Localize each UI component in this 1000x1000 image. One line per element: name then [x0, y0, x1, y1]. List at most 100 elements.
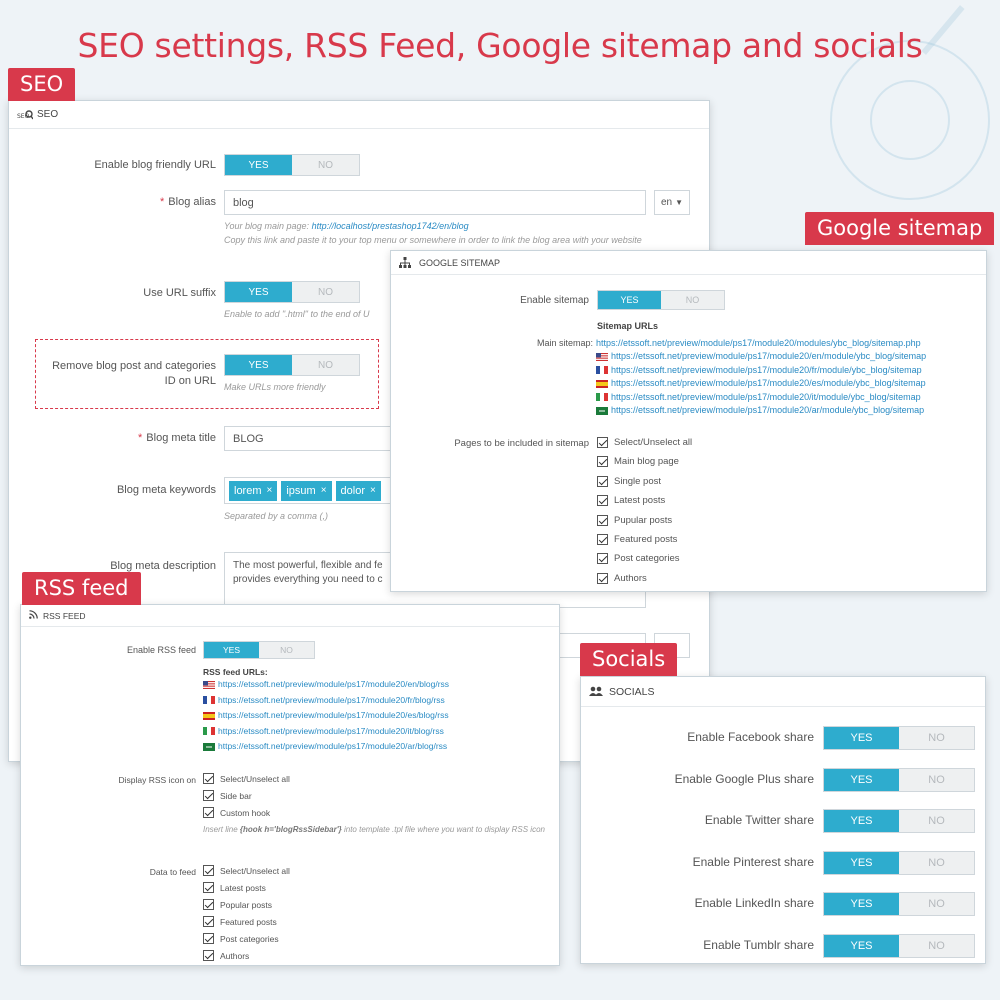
social-share-no[interactable]: NO	[899, 769, 974, 791]
rss-toggle[interactable]: YES NO	[203, 641, 315, 659]
remove-tag-icon[interactable]: ×	[267, 485, 273, 496]
rss-lang-url-row: https://etssoft.net/preview/module/ps17/…	[203, 695, 445, 705]
seo-tag: SEO	[8, 68, 76, 101]
sitemap-toggle[interactable]: YES NO	[597, 290, 725, 310]
rss-data-checkbox-row[interactable]: Latest posts	[203, 882, 266, 893]
hook-hint: Insert line {hook h='blogRssSidebar'} in…	[203, 825, 545, 834]
social-share-toggle[interactable]: YES NO	[823, 767, 975, 792]
social-share-yes[interactable]: YES	[824, 810, 899, 833]
social-share-toggle[interactable]: YES NO	[823, 809, 975, 834]
meta-title-input[interactable]: BLOG	[224, 426, 404, 451]
rss-display-checkbox-row[interactable]: Custom hook	[203, 807, 270, 818]
sitemap-page-checkbox-row[interactable]: Main blog page	[597, 456, 679, 468]
checkbox-checked-icon[interactable]	[597, 495, 608, 507]
checkbox-checked-icon[interactable]	[203, 916, 214, 927]
social-share-no[interactable]: NO	[899, 935, 974, 957]
sitemap-lang-link[interactable]: https://etssoft.net/preview/module/ps17/…	[611, 378, 926, 388]
remove-tag-icon[interactable]: ×	[321, 485, 327, 496]
checkbox-checked-icon[interactable]	[203, 865, 214, 876]
social-share-yes[interactable]: YES	[824, 768, 899, 791]
rss-lang-link[interactable]: https://etssoft.net/preview/module/ps17/…	[218, 695, 445, 705]
sitemap-no[interactable]: NO	[661, 291, 724, 309]
sitemap-page-checkbox-label: Latest posts	[614, 495, 666, 507]
checkbox-checked-icon[interactable]	[203, 933, 214, 944]
sitemap-page-checkbox-row[interactable]: Authors	[597, 572, 647, 584]
social-share-label: Enable Google Plus share	[674, 771, 814, 786]
sitemap-page-checkbox-row[interactable]: Single post	[597, 475, 662, 487]
url-suffix-yes[interactable]: YES	[225, 282, 292, 302]
checkbox-checked-icon[interactable]	[203, 773, 214, 784]
checkbox-checked-icon[interactable]	[597, 514, 608, 526]
enable-rss-label: Enable RSS feed	[126, 645, 196, 655]
remove-id-no[interactable]: NO	[292, 355, 359, 375]
sitemap-page-checkbox-row[interactable]: Post categories	[597, 553, 679, 565]
checkbox-checked-icon[interactable]	[203, 807, 214, 818]
background-ring	[870, 80, 950, 160]
social-share-no[interactable]: NO	[899, 727, 974, 749]
rss-lang-link[interactable]: https://etssoft.net/preview/module/ps17/…	[218, 726, 444, 736]
sitemap-page-checkbox-row[interactable]: Select/Unselect all	[597, 437, 692, 448]
checkbox-checked-icon[interactable]	[597, 553, 608, 565]
social-share-yes[interactable]: YES	[824, 935, 899, 957]
blog-alias-input[interactable]: blog	[224, 190, 646, 215]
checkbox-checked-icon[interactable]	[597, 456, 608, 468]
rss-data-checkbox-row[interactable]: Authors	[203, 950, 249, 961]
main-sitemap-link[interactable]: https://etssoft.net/preview/module/ps17/…	[596, 338, 921, 348]
social-share-yes[interactable]: YES	[824, 893, 899, 916]
checkbox-checked-icon[interactable]	[597, 437, 608, 448]
friendly-url-yes[interactable]: YES	[225, 155, 292, 175]
sitemap-lang-link[interactable]: https://etssoft.net/preview/module/ps17/…	[611, 392, 921, 402]
remove-id-toggle[interactable]: YES NO	[224, 354, 360, 376]
rss-data-checkbox-row[interactable]: Post categories	[203, 933, 279, 944]
social-share-yes[interactable]: YES	[824, 851, 899, 874]
socials-panel-title: SOCIALS	[609, 685, 655, 698]
social-share-yes[interactable]: YES	[824, 727, 899, 749]
checkbox-checked-icon[interactable]	[203, 790, 214, 801]
checkbox-checked-icon[interactable]	[203, 950, 214, 961]
social-share-toggle[interactable]: YES NO	[823, 934, 975, 958]
rss-display-checkbox-row[interactable]: Side bar	[203, 790, 252, 801]
remove-tag-icon[interactable]: ×	[370, 485, 376, 496]
sitemap-page-checkbox-row[interactable]: Latest posts	[597, 495, 666, 507]
rss-lang-link[interactable]: https://etssoft.net/preview/module/ps17/…	[218, 679, 449, 689]
checkbox-checked-icon[interactable]	[203, 899, 214, 910]
checkbox-checked-icon[interactable]	[203, 882, 214, 893]
sitemap-lang-link[interactable]: https://etssoft.net/preview/module/ps17/…	[611, 365, 922, 375]
rss-data-checkbox-label: Latest posts	[220, 882, 266, 893]
social-share-no[interactable]: NO	[899, 852, 974, 874]
social-share-toggle[interactable]: YES NO	[823, 892, 975, 917]
checkbox-checked-icon[interactable]	[597, 534, 608, 545]
social-share-toggle[interactable]: YES NO	[823, 726, 975, 750]
sitemap-page-checkbox-row[interactable]: Pupular posts	[597, 514, 672, 526]
main-page-link[interactable]: http://localhost/prestashop1742/en/blog	[312, 221, 469, 231]
friendly-url-toggle[interactable]: YES NO	[224, 154, 360, 176]
rss-display-checkbox-row[interactable]: Select/Unselect all	[203, 773, 290, 784]
sitemap-yes[interactable]: YES	[598, 291, 661, 309]
rss-lang-link[interactable]: https://etssoft.net/preview/module/ps17/…	[218, 741, 447, 751]
sitemap-page-checkbox-label: Single post	[614, 475, 662, 487]
rss-data-checkbox-row[interactable]: Popular posts	[203, 899, 272, 910]
seo-panel-header: SEO SEO	[9, 101, 709, 129]
sitemap-page-checkbox-row[interactable]: Featured posts	[597, 534, 677, 545]
url-suffix-toggle[interactable]: YES NO	[224, 281, 360, 303]
rss-data-checkbox-row[interactable]: Select/Unselect all	[203, 865, 290, 876]
social-share-no[interactable]: NO	[899, 810, 974, 832]
rss-lang-link[interactable]: https://etssoft.net/preview/module/ps17/…	[218, 710, 449, 720]
language-select[interactable]: en ▼	[654, 190, 690, 215]
url-suffix-no[interactable]: NO	[292, 282, 359, 302]
checkbox-checked-icon[interactable]	[597, 572, 608, 584]
sitemap-urls-title: Sitemap URLs	[597, 321, 659, 331]
friendly-url-no[interactable]: NO	[292, 155, 359, 175]
social-share-no[interactable]: NO	[899, 893, 974, 915]
sitemap-lang-link[interactable]: https://etssoft.net/preview/module/ps17/…	[611, 351, 926, 361]
rss-yes[interactable]: YES	[204, 642, 259, 658]
rss-lang-url-row: https://etssoft.net/preview/module/ps17/…	[203, 679, 449, 689]
rss-data-checkbox-row[interactable]: Featured posts	[203, 916, 277, 927]
remove-id-hint: Make URLs more friendly	[224, 382, 326, 392]
rss-no[interactable]: NO	[259, 642, 314, 658]
sitemap-lang-link[interactable]: https://etssoft.net/preview/module/ps17/…	[611, 405, 924, 415]
checkbox-checked-icon[interactable]	[597, 475, 608, 487]
meta-keywords-input[interactable]: lorem × ipsum × dolor ×	[224, 477, 404, 504]
remove-id-yes[interactable]: YES	[225, 355, 292, 375]
social-share-toggle[interactable]: YES NO	[823, 850, 975, 875]
